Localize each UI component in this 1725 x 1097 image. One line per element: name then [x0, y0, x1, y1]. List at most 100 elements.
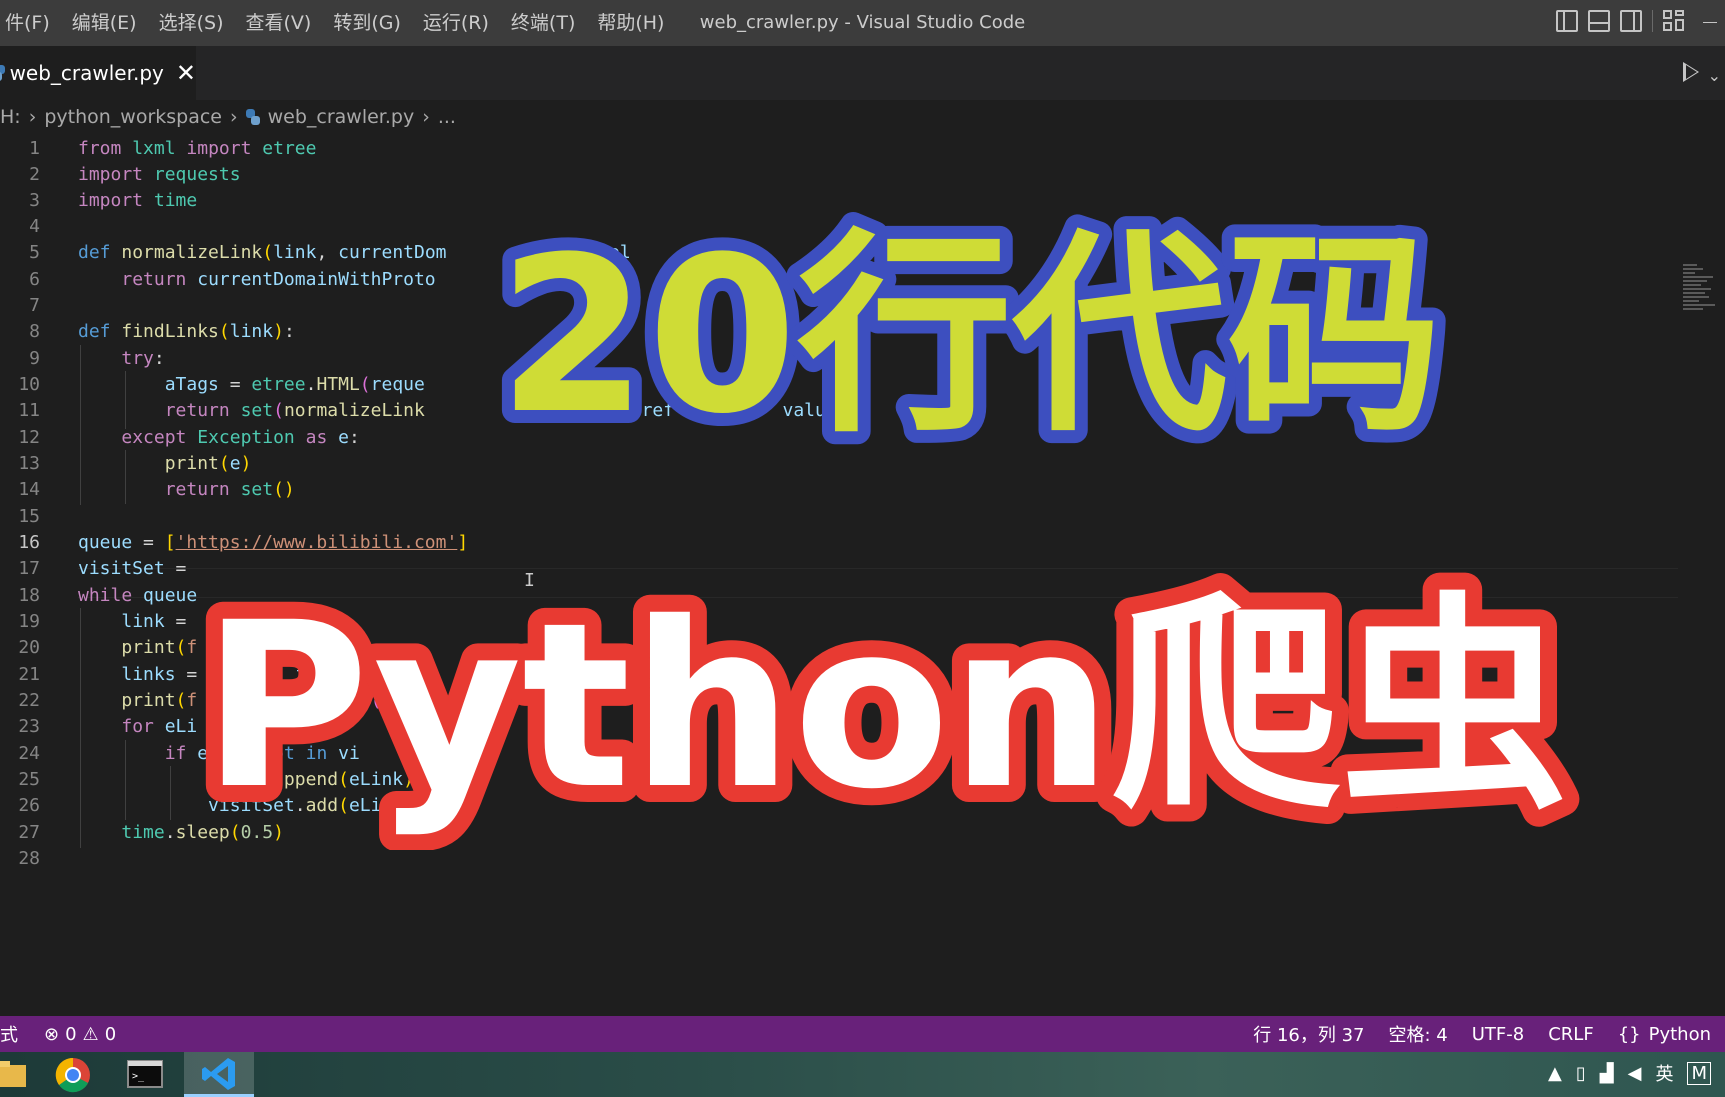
overlay-title-top: 20行代码	[485, 197, 1455, 470]
status-left: 式 ⊗ 0 ⚠ 0	[0, 1021, 116, 1047]
line-number: 4	[29, 216, 40, 237]
status-mode[interactable]: 式	[0, 1021, 18, 1047]
code-line: 16 queue = ['https://www.bilibili.com']	[0, 528, 1725, 557]
code-text: print(f	[121, 637, 198, 658]
run-python-file-icon[interactable]	[1683, 62, 1699, 82]
line-ending[interactable]: CRLF	[1548, 1024, 1593, 1045]
close-tab-icon[interactable]: ✕	[176, 59, 196, 87]
title-bar: 件(F) 编辑(E) 选择(S) 查看(V) 转到(G) 运行(R) 终端(T)…	[0, 0, 1725, 46]
customize-layout-icon[interactable]	[1663, 10, 1685, 32]
tab-label: web_crawler.py	[9, 61, 164, 85]
menu-file[interactable]: 件(F)	[0, 0, 61, 46]
line-number: 14	[18, 479, 40, 500]
warning-icon: ⚠	[82, 1023, 99, 1045]
code-text: try:	[121, 348, 165, 369]
menu-run[interactable]: 运行(R)	[412, 0, 500, 46]
overlay-title-top-text: 20行代码	[498, 210, 1442, 461]
system-tray: ▲ ▯ ▟ ◀ 英 M	[1548, 1060, 1711, 1086]
battery-icon[interactable]: ▯	[1576, 1063, 1586, 1084]
menu-bar: 件(F) 编辑(E) 选择(S) 查看(V) 转到(G) 运行(R) 终端(T)…	[0, 0, 675, 46]
line-number: 20	[18, 637, 40, 658]
vscode-taskbar-icon[interactable]	[184, 1052, 254, 1097]
line-number: 17	[18, 558, 40, 579]
menu-terminal[interactable]: 终端(T)	[500, 0, 586, 46]
network-icon[interactable]: ▟	[1600, 1063, 1614, 1084]
breadcrumb-file[interactable]: web_crawler.py	[268, 106, 415, 128]
code-text: return currentDomainWithProto	[121, 269, 436, 290]
line-number: 6	[29, 269, 40, 290]
error-count: 0	[65, 1023, 77, 1045]
line-number: 1	[29, 138, 40, 159]
status-right: 行 16，列 37 空格: 4 UTF-8 CRLF {} Python	[1253, 1016, 1711, 1052]
tab-web-crawler[interactable]: web_crawler.py ✕	[0, 46, 196, 100]
line-number: 10	[18, 374, 40, 395]
error-icon: ⊗	[44, 1023, 60, 1045]
code-text: except Exception as e:	[121, 427, 360, 448]
toggle-secondary-sidebar-icon[interactable]	[1620, 10, 1642, 32]
breadcrumb-more[interactable]: ...	[438, 106, 456, 128]
code-text: def findLinks(link):	[78, 321, 295, 342]
cursor-position[interactable]: 行 16，列 37	[1253, 1021, 1364, 1047]
code-text: import time	[78, 190, 198, 211]
svg-text:>_: >_	[132, 1071, 145, 1082]
indentation[interactable]: 空格: 4	[1388, 1021, 1447, 1047]
code-text: link =	[121, 611, 187, 632]
toggle-panel-icon[interactable]	[1588, 10, 1610, 32]
chevron-right-icon: ›	[230, 106, 238, 128]
python-file-icon	[0, 65, 5, 81]
code-text: visitSet =	[78, 558, 187, 579]
menu-view[interactable]: 查看(V)	[235, 0, 323, 46]
overlay-title-bottom: Python爬虫	[190, 560, 1580, 850]
line-number: 5	[29, 242, 40, 263]
line-number: 13	[18, 453, 40, 474]
ime-mode[interactable]: M	[1687, 1061, 1711, 1085]
chevron-up-icon[interactable]: ▲	[1548, 1063, 1562, 1084]
code-line: 14 return set()	[0, 475, 1725, 504]
line-number: 15	[18, 506, 40, 527]
chrome-icon[interactable]	[38, 1052, 108, 1097]
chevron-down-icon[interactable]: ⌄	[1708, 66, 1721, 85]
status-bar: 式 ⊗ 0 ⚠ 0 行 16，列 37 空格: 4 UTF-8 CRLF {} …	[0, 1016, 1725, 1052]
line-number: 2	[29, 164, 40, 185]
menu-go[interactable]: 转到(G)	[322, 0, 412, 46]
code-text: return set()	[164, 479, 295, 500]
tab-bar: web_crawler.py ✕ ⌄	[0, 46, 1725, 100]
code-line: 1 from lxml import etree	[0, 134, 1725, 163]
code-text: from lxml import etree	[78, 138, 317, 159]
minimap[interactable]	[1683, 264, 1717, 324]
line-number: 26	[18, 795, 40, 816]
code-line: 15	[0, 502, 1725, 531]
line-number: 27	[18, 822, 40, 843]
line-number: 11	[18, 400, 40, 421]
line-number: 22	[18, 690, 40, 711]
breadcrumb-folder[interactable]: python_workspace	[44, 106, 222, 128]
taskbar: >_ ▲ ▯ ▟ ◀ 英 M	[0, 1052, 1725, 1097]
line-number: 7	[29, 295, 40, 316]
line-number: 28	[18, 848, 40, 869]
language-mode[interactable]: {} Python	[1618, 1024, 1711, 1045]
encoding[interactable]: UTF-8	[1472, 1024, 1524, 1045]
warning-count: 0	[104, 1023, 117, 1045]
volume-icon[interactable]: ◀	[1628, 1063, 1642, 1084]
ime-language[interactable]: 英	[1655, 1060, 1673, 1086]
line-number: 25	[18, 769, 40, 790]
line-number: 8	[29, 321, 40, 342]
toggle-primary-sidebar-icon[interactable]	[1556, 10, 1578, 32]
menu-edit[interactable]: 编辑(E)	[61, 0, 148, 46]
code-text: while queue	[78, 585, 198, 606]
window-title-text: web_crawler.py - Visual Studio Code	[699, 12, 1026, 33]
line-number: 24	[18, 743, 40, 764]
menu-help[interactable]: 帮助(H)	[586, 0, 675, 46]
python-file-icon	[245, 109, 260, 125]
line-number: 21	[18, 664, 40, 685]
minimize-icon[interactable]	[1703, 22, 1717, 23]
chevron-right-icon: ›	[422, 106, 430, 128]
menu-selection[interactable]: 选择(S)	[148, 0, 235, 46]
terminal-icon[interactable]: >_	[110, 1052, 180, 1097]
line-number: 9	[29, 348, 40, 369]
braces-icon: {}	[1617, 1023, 1641, 1045]
breadcrumb-drive[interactable]: H:	[0, 106, 21, 128]
chevron-right-icon: ›	[28, 106, 37, 128]
problems-indicator[interactable]: ⊗ 0 ⚠ 0	[44, 1024, 116, 1045]
line-number: 16	[18, 532, 40, 553]
